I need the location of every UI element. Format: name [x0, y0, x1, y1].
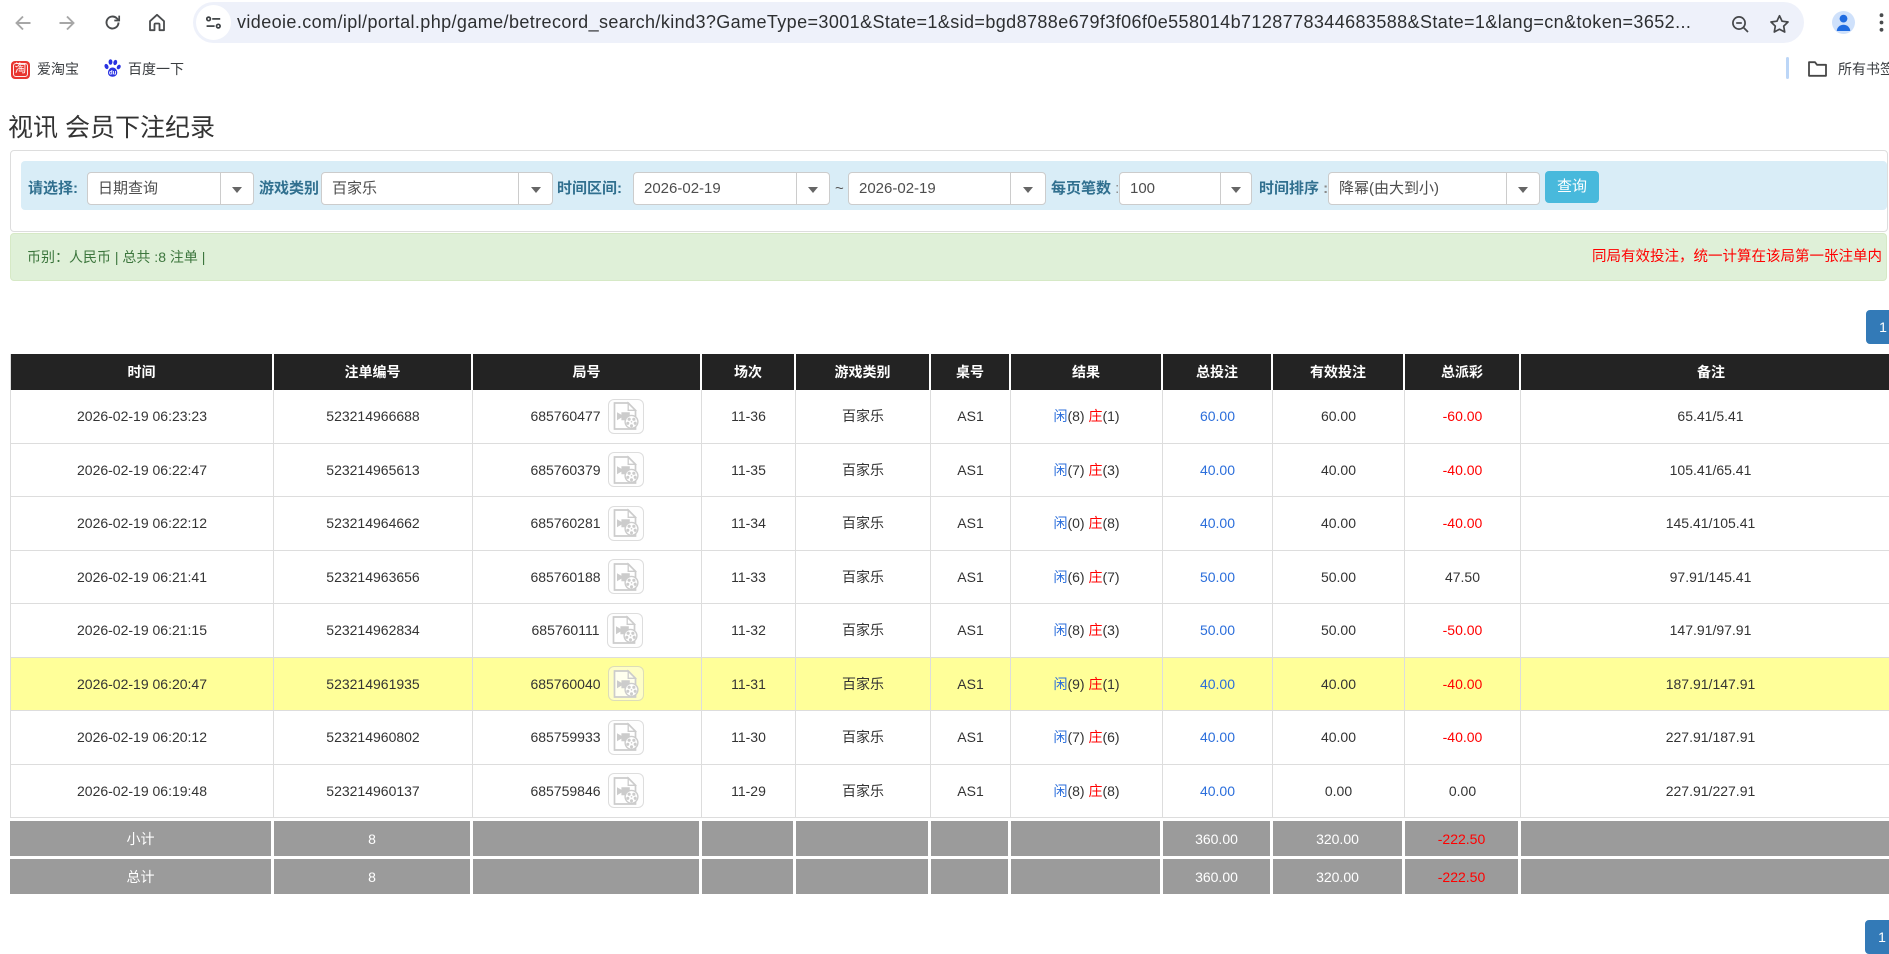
- svg-text:du: du: [109, 71, 117, 77]
